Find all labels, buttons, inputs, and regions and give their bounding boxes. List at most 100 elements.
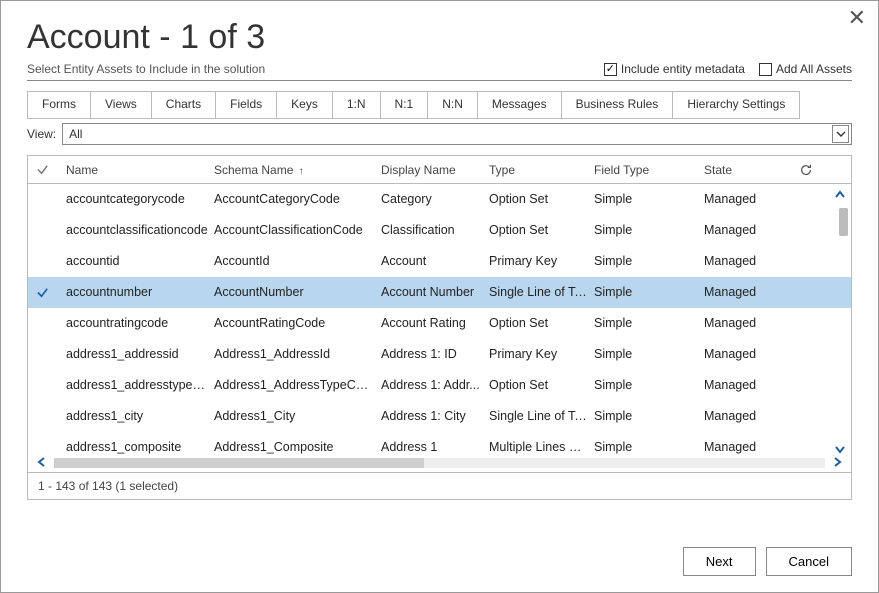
column-header-display[interactable]: Display Name (381, 163, 489, 177)
cell-state: Managed (704, 440, 794, 454)
cell-display: Address 1: Addr... (381, 378, 489, 392)
chevron-down-icon (832, 125, 849, 143)
content: Account - 1 of 3 Select Entity Assets to… (1, 1, 878, 500)
table-row[interactable]: address1_compositeAddress1_CompositeAddr… (28, 432, 851, 454)
cell-schema: Address1_Composite (214, 440, 381, 454)
column-header-type[interactable]: Type (489, 163, 594, 177)
table-row[interactable]: address1_cityAddress1_CityAddress 1: Cit… (28, 401, 851, 432)
include-metadata-label: Include entity metadata (621, 62, 745, 76)
scroll-left-icon[interactable] (36, 455, 48, 471)
cell-name: address1_addressid (56, 347, 214, 361)
tabs: FormsViewsChartsFieldsKeys1:NN:1N:NMessa… (27, 91, 800, 119)
cell-name: accountratingcode (56, 316, 214, 330)
cell-field-type: Simple (594, 254, 704, 268)
cell-field-type: Simple (594, 316, 704, 330)
cell-name: accountclassificationcode (56, 223, 214, 237)
cell-type: Option Set (489, 316, 594, 330)
cell-type: Primary Key (489, 347, 594, 361)
table-row[interactable]: accountclassificationcodeAccountClassifi… (28, 215, 851, 246)
grid-header: Name Schema Name ↑ Display Name Type Fie… (28, 156, 851, 184)
column-header-field-type[interactable]: Field Type (594, 163, 704, 177)
row-checkbox[interactable] (28, 286, 56, 299)
add-all-assets-label: Add All Assets (776, 62, 852, 76)
tab-hierarchy-settings[interactable]: Hierarchy Settings (673, 92, 799, 118)
cell-type: Single Line of Text (489, 285, 594, 299)
cell-name: accountnumber (56, 285, 214, 299)
footer: Next Cancel (683, 547, 852, 576)
cell-display: Category (381, 192, 489, 206)
cell-name: accountid (56, 254, 214, 268)
sort-ascending-icon: ↑ (299, 166, 304, 177)
include-metadata-checkbox[interactable]: Include entity metadata (604, 62, 745, 76)
cell-type: Single Line of Text (489, 409, 594, 423)
tab-n-n[interactable]: N:N (428, 92, 478, 118)
cell-schema: AccountCategoryCode (214, 192, 381, 206)
cell-type: Option Set (489, 192, 594, 206)
tab-forms[interactable]: Forms (28, 92, 91, 118)
tab-views[interactable]: Views (91, 92, 152, 118)
cell-schema: AccountClassificationCode (214, 223, 381, 237)
column-header-schema[interactable]: Schema Name ↑ (214, 163, 381, 177)
view-select[interactable]: All (62, 123, 852, 145)
horizontal-scrollbar-track[interactable] (54, 458, 825, 468)
cell-type: Multiple Lines of... (489, 440, 594, 454)
table-row[interactable]: address1_addresstypecodeAddress1_Address… (28, 370, 851, 401)
horizontal-scrollbar (28, 454, 851, 472)
cell-display: Address 1 (381, 440, 489, 454)
tab-charts[interactable]: Charts (152, 92, 216, 118)
cell-type: Option Set (489, 223, 594, 237)
grid-rows: accountcategorycodeAccountCategoryCodeCa… (28, 184, 851, 454)
tab-fields[interactable]: Fields (216, 92, 277, 118)
table-row[interactable]: accountnumberAccountNumberAccount Number… (28, 277, 851, 308)
cell-type: Primary Key (489, 254, 594, 268)
cell-name: address1_composite (56, 440, 214, 454)
cancel-button[interactable]: Cancel (766, 547, 852, 576)
tab-business-rules[interactable]: Business Rules (562, 92, 674, 118)
cell-state: Managed (704, 254, 794, 268)
header-checks: Include entity metadata Add All Assets (604, 62, 852, 76)
scroll-down-icon[interactable] (833, 442, 847, 459)
table-row[interactable]: accountratingcodeAccountRatingCodeAccoun… (28, 308, 851, 339)
cell-name: address1_addresstypecode (56, 378, 214, 392)
cell-schema: Address1_AddressTypeCode (214, 378, 381, 392)
table-row[interactable]: accountidAccountIdAccountPrimary KeySimp… (28, 246, 851, 277)
select-all-checkbox[interactable] (28, 163, 56, 176)
tab-messages[interactable]: Messages (478, 92, 562, 118)
subtitle: Select Entity Assets to Include in the s… (27, 62, 265, 76)
table-row[interactable]: address1_addressidAddress1_AddressIdAddr… (28, 339, 851, 370)
cell-name: address1_city (56, 409, 214, 423)
refresh-icon[interactable] (794, 163, 818, 177)
cell-display: Account (381, 254, 489, 268)
cell-state: Managed (704, 378, 794, 392)
column-header-schema-label: Schema Name (214, 163, 293, 177)
tab-keys[interactable]: Keys (277, 92, 333, 118)
page-title: Account - 1 of 3 (27, 19, 852, 56)
cell-schema: Address1_City (214, 409, 381, 423)
cell-state: Managed (704, 192, 794, 206)
table-row[interactable]: accountcategorycodeAccountCategoryCodeCa… (28, 184, 851, 215)
cell-display: Address 1: ID (381, 347, 489, 361)
cell-schema: Address1_AddressId (214, 347, 381, 361)
scroll-up-icon[interactable] (833, 188, 847, 205)
vertical-scrollbar-thumb[interactable] (839, 208, 848, 236)
next-button[interactable]: Next (683, 547, 756, 576)
dialog: ✕ Account - 1 of 3 Select Entity Assets … (0, 0, 879, 593)
cell-name: accountcategorycode (56, 192, 214, 206)
cell-field-type: Simple (594, 409, 704, 423)
cell-state: Managed (704, 316, 794, 330)
add-all-assets-checkbox[interactable]: Add All Assets (759, 62, 852, 76)
cell-state: Managed (704, 223, 794, 237)
checkbox-icon (604, 63, 617, 76)
cell-state: Managed (704, 409, 794, 423)
close-icon[interactable]: ✕ (848, 7, 866, 29)
column-header-name[interactable]: Name (56, 163, 214, 177)
subtitle-row: Select Entity Assets to Include in the s… (27, 62, 852, 81)
cell-field-type: Simple (594, 440, 704, 454)
column-header-state[interactable]: State (704, 163, 794, 177)
cell-schema: AccountRatingCode (214, 316, 381, 330)
cell-field-type: Simple (594, 223, 704, 237)
tab-n-1[interactable]: N:1 (381, 92, 429, 118)
tab-1-n[interactable]: 1:N (333, 92, 381, 118)
checkbox-icon (759, 63, 772, 76)
cell-schema: AccountNumber (214, 285, 381, 299)
